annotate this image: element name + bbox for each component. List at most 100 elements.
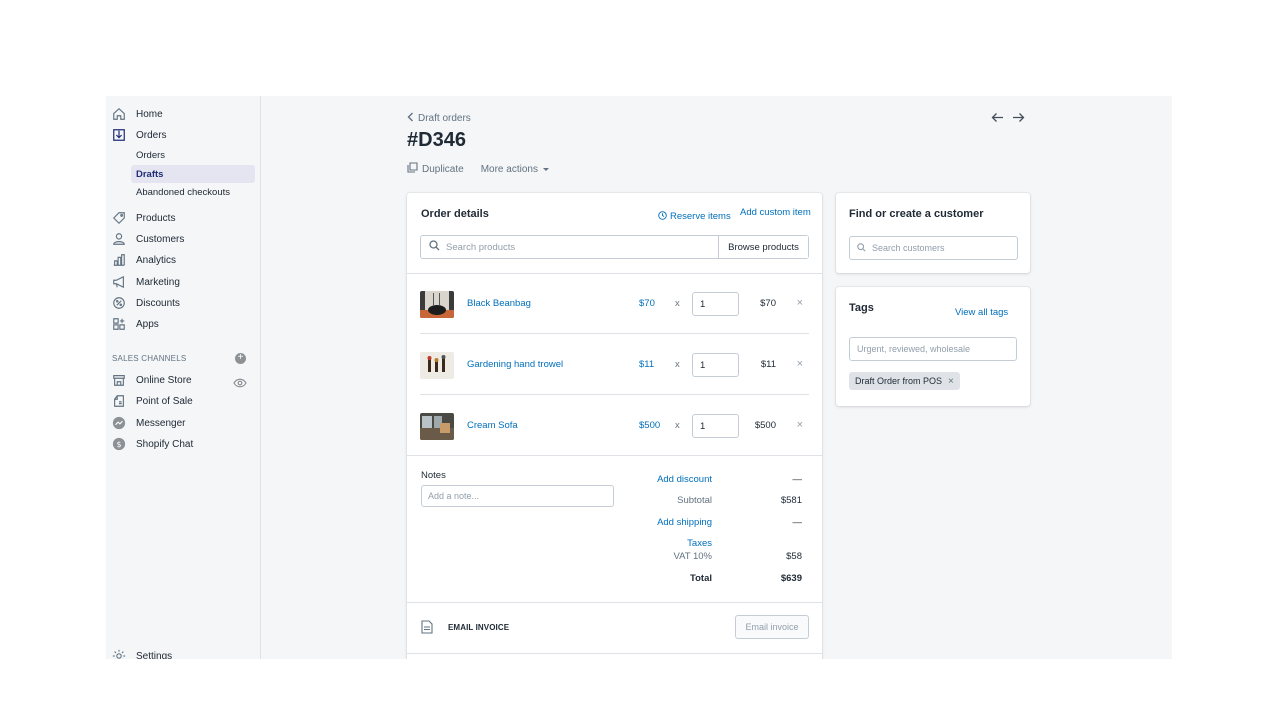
line-item-name[interactable]: Black Beanbag [467, 298, 531, 309]
line-item: Gardening hand trowel $11 x 1 $11 × [420, 335, 809, 395]
total-value: $639 [780, 573, 802, 584]
tag-chip: Draft Order from POS × [849, 372, 960, 390]
add-shipping-link[interactable]: Add shipping [657, 517, 712, 528]
duplicate-button[interactable]: Duplicate [407, 162, 464, 176]
quantity-input[interactable]: 1 [692, 353, 739, 377]
line-item-price[interactable]: $500 [639, 420, 660, 431]
nav-sub-drafts[interactable]: Drafts [131, 165, 255, 183]
nav-orders-label: Orders [136, 129, 167, 141]
sales-channels-label: SALES CHANNELS [112, 354, 187, 363]
add-discount-link[interactable]: Add discount [657, 474, 712, 485]
divider [407, 653, 822, 654]
product-thumbnail-gardening-hand-trowel[interactable] [420, 352, 454, 379]
clock-icon [658, 207, 667, 225]
nav-analytics-label: Analytics [136, 254, 177, 266]
search-icon [429, 240, 440, 254]
view-all-tags-link[interactable]: View all tags [955, 307, 1008, 318]
customer-card: Find or create a customer Search custome… [836, 193, 1030, 273]
line-item-price[interactable]: $11 [639, 359, 654, 370]
add-custom-item-link[interactable]: Add custom item [740, 207, 811, 218]
product-thumbnail-cream-sofa[interactable] [420, 413, 454, 440]
subtotal-label: Subtotal [677, 495, 712, 506]
search-icon [857, 242, 866, 254]
nav-apps[interactable]: Apps [106, 314, 159, 334]
line-item-multiply: x [675, 298, 680, 309]
tag-remove-icon[interactable]: × [948, 376, 954, 387]
nav-messenger-label: Messenger [136, 417, 186, 429]
breadcrumb[interactable]: Draft orders [407, 112, 471, 125]
nav-home[interactable]: Home [106, 104, 163, 124]
duplicate-icon [407, 162, 418, 176]
email-invoice-button[interactable]: Email invoice [735, 615, 809, 639]
apps-icon [111, 316, 127, 332]
app-frame: Home Orders Orders Drafts Abandoned chec… [106, 96, 1172, 659]
order-details-title: Order details [421, 208, 489, 220]
line-item-total: $70 [760, 298, 776, 309]
arrow-left-icon[interactable] [991, 111, 1004, 124]
nav-sub-abandoned-checkouts[interactable]: Abandoned checkouts [131, 183, 255, 201]
nav-messenger[interactable]: Messenger [106, 413, 185, 433]
more-actions-button[interactable]: More actions [481, 164, 550, 175]
line-item-multiply: x [675, 420, 680, 431]
product-thumbnail-black-beanbag[interactable] [420, 291, 454, 318]
chevron-left-icon [407, 112, 414, 125]
product-search-input[interactable]: Search products [421, 236, 718, 258]
nav-orders[interactable]: Orders [106, 125, 167, 145]
nav-customers[interactable]: Customers [106, 229, 184, 249]
store-icon [111, 372, 127, 388]
page-title: #D346 [407, 129, 466, 151]
discount-value: — [792, 474, 803, 485]
quantity-input[interactable]: 1 [692, 414, 739, 438]
notes-input[interactable]: Add a note... [421, 485, 614, 507]
nav-discounts[interactable]: Discounts [106, 293, 180, 313]
reserve-items-link[interactable]: Reserve items [658, 207, 731, 225]
vat-label: VAT 10% [673, 551, 712, 562]
shopify-chat-icon: $ [111, 436, 127, 452]
line-item-name[interactable]: Cream Sofa [467, 420, 518, 431]
nav-online-store-label: Online Store [136, 374, 192, 386]
line-item-name[interactable]: Gardening hand trowel [467, 359, 563, 370]
line-item: Black Beanbag $70 x 1 $70 × [420, 274, 809, 334]
nav-marketing-label: Marketing [136, 276, 180, 288]
home-icon [111, 106, 127, 122]
line-item-price[interactable]: $70 [639, 298, 655, 309]
nav-shopify-chat-label: Shopify Chat [136, 438, 194, 450]
nav-products-label: Products [136, 212, 176, 224]
arrow-right-icon[interactable] [1012, 111, 1025, 124]
remove-icon[interactable]: × [797, 419, 803, 431]
nav-marketing[interactable]: Marketing [106, 272, 180, 292]
shipping-value: — [792, 517, 803, 528]
orders-icon [111, 127, 127, 143]
nav-point-of-sale[interactable]: Point of Sale [106, 391, 193, 411]
product-search-placeholder: Search products [446, 241, 516, 253]
taxes-link[interactable]: Taxes [687, 538, 712, 549]
remove-icon[interactable]: × [797, 297, 803, 309]
nav-apps-label: Apps [136, 318, 159, 330]
messenger-icon [111, 415, 127, 431]
notes-label: Notes [421, 470, 446, 481]
customer-card-title: Find or create a customer [849, 208, 984, 220]
divider [407, 602, 822, 603]
quantity-input[interactable]: 1 [692, 292, 739, 316]
person-icon [111, 231, 127, 247]
tag-icon [111, 210, 127, 226]
nav-point-of-sale-label: Point of Sale [136, 395, 193, 407]
customer-search-placeholder: Search customers [872, 243, 945, 253]
bar-chart-icon [111, 252, 127, 268]
nav-products[interactable]: Products [106, 208, 175, 228]
nav-online-store[interactable]: Online Store [106, 370, 192, 390]
customer-search-input[interactable]: Search customers [849, 236, 1018, 260]
discount-icon [111, 295, 127, 311]
nav-shopify-chat[interactable]: $ Shopify Chat [106, 434, 193, 454]
megaphone-icon [111, 274, 127, 290]
remove-icon[interactable]: × [797, 358, 803, 370]
tags-input[interactable]: Urgent, reviewed, wholesale [849, 337, 1017, 361]
eye-icon[interactable] [233, 375, 247, 388]
browse-products-button[interactable]: Browse products [718, 236, 808, 258]
nav-sub-orders[interactable]: Orders [131, 146, 255, 164]
nav-settings[interactable]: Settings [106, 646, 172, 659]
add-channel-icon[interactable]: + [235, 353, 246, 364]
nav-analytics[interactable]: Analytics [106, 250, 176, 270]
sidebar: Home Orders Orders Drafts Abandoned chec… [106, 96, 261, 659]
svg-text:$: $ [116, 440, 121, 449]
